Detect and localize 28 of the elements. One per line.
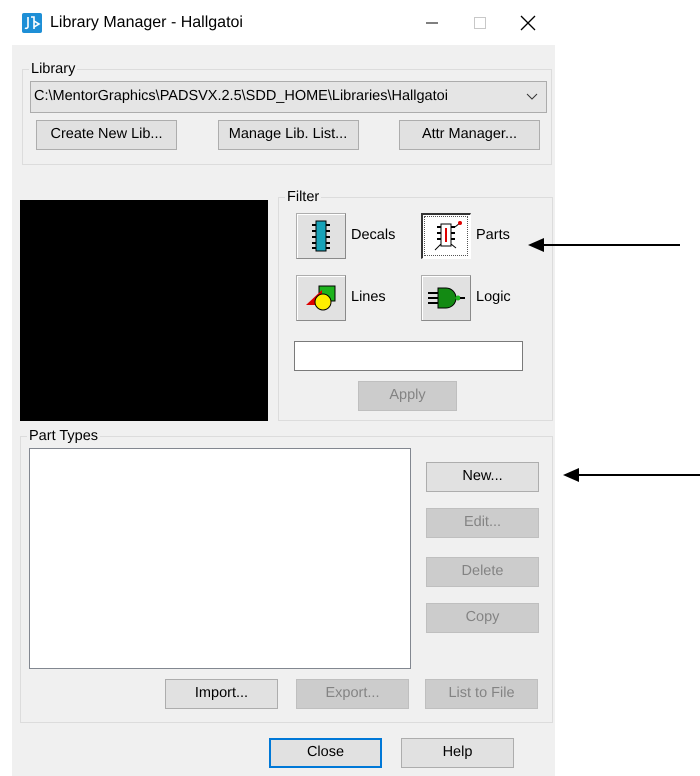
dialog-button[interactable]: Create New Lib... xyxy=(36,120,177,150)
filter-label: Logic xyxy=(476,288,511,307)
dialog-button[interactable]: Help xyxy=(401,738,514,768)
minimize-icon[interactable] xyxy=(425,22,439,24)
shapes-icon xyxy=(304,284,338,310)
filter-label: Decals xyxy=(351,226,396,245)
group-label: Filter xyxy=(286,190,320,204)
dialog-button[interactable]: New... xyxy=(426,462,539,492)
library-dropdown[interactable]: C:\MentorGraphics\PADSVX.2.5\SDD_HOME\Libraries\Hallgatoi xyxy=(30,80,547,112)
filter-toggle-button[interactable] xyxy=(296,274,346,320)
app-icon xyxy=(22,12,42,32)
filter-toggle-button[interactable] xyxy=(296,212,346,258)
logic-gate-icon xyxy=(426,286,466,310)
window-title: Library Manager - Hallgatoi xyxy=(50,12,243,32)
close-icon[interactable] xyxy=(520,14,536,30)
filter-toggle-button[interactable] xyxy=(421,212,471,258)
caret-icon xyxy=(526,92,538,100)
dialog-button[interactable]: Import... xyxy=(165,678,278,708)
filter-label: Parts xyxy=(476,226,510,245)
dialog-button[interactable]: Attr Manager... xyxy=(399,120,540,150)
filter-input[interactable] xyxy=(294,340,523,370)
filter-toggle-button[interactable] xyxy=(421,274,471,320)
filter-label: Lines xyxy=(351,288,386,307)
group-label: Library xyxy=(30,62,76,76)
dialog-button[interactable]: Close xyxy=(269,738,382,768)
chip-icon xyxy=(311,220,331,252)
dialog-button[interactable]: Manage Lib. List... xyxy=(218,120,358,150)
group-label: Part Types xyxy=(28,429,100,444)
